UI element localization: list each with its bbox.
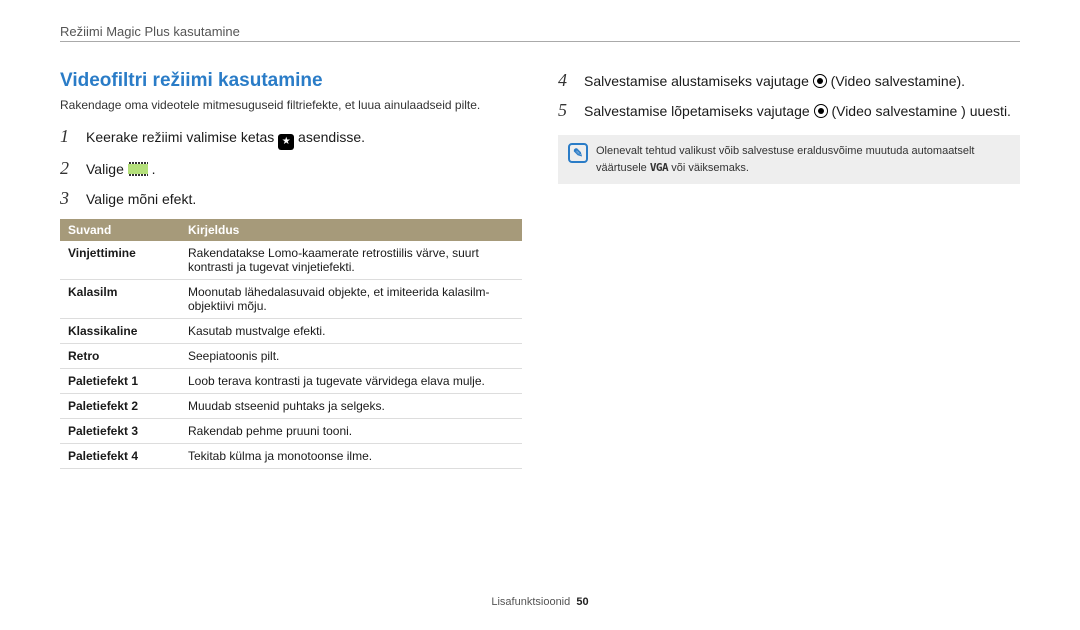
step: 3 Valige mõni efekt. — [60, 188, 522, 210]
vga-label: VGA — [650, 161, 668, 174]
record-icon — [813, 74, 827, 88]
step-text: Salvestamise alustamiseks vajutage (Vide… — [584, 72, 965, 92]
page-footer: Lisafunktsioonid 50 — [0, 596, 1080, 608]
right-column: 4 Salvestamise alustamiseks vajutage (Vid… — [558, 70, 1020, 469]
table-row: Paletiefekt 1Loob terava kontrasti ja tu… — [60, 369, 522, 394]
table-header-option: Suvand — [60, 219, 180, 241]
option-name: Klassikaline — [60, 319, 180, 344]
option-name: Vinjettimine — [60, 241, 180, 280]
table-row: Paletiefekt 4Tekitab külma ja monotoonse… — [60, 444, 522, 469]
option-name: Retro — [60, 344, 180, 369]
option-desc: Muudab stseenid puhtaks ja selgeks. — [180, 394, 522, 419]
section-intro: Rakendage oma videotele mitmesuguseid fi… — [60, 98, 522, 112]
note-text: Olenevalt tehtud valikust võib salvestus… — [596, 143, 1010, 176]
step-text: Valige . — [86, 160, 156, 180]
table-row: Paletiefekt 2Muudab stseenid puhtaks ja … — [60, 394, 522, 419]
table-row: KlassikalineKasutab mustvalge efekti. — [60, 319, 522, 344]
step: 2 Valige . — [60, 158, 522, 180]
option-name: Paletiefekt 4 — [60, 444, 180, 469]
info-icon: ✎ — [568, 143, 588, 163]
step-text: Keerake režiimi valimise ketas ★ asendis… — [86, 128, 365, 150]
table-row: KalasilmMoonutab lähedalasuvaid objekte,… — [60, 280, 522, 319]
table-row: Paletiefekt 3Rakendab pehme pruuni tooni… — [60, 419, 522, 444]
option-desc: Seepiatoonis pilt. — [180, 344, 522, 369]
step-number: 1 — [60, 126, 76, 147]
film-icon — [128, 162, 148, 176]
step-number: 5 — [558, 100, 574, 121]
option-name: Paletiefekt 3 — [60, 419, 180, 444]
option-name: Paletiefekt 2 — [60, 394, 180, 419]
option-desc: Moonutab lähedalasuvaid objekte, et imit… — [180, 280, 522, 319]
table-header-desc: Kirjeldus — [180, 219, 522, 241]
effects-table: Suvand Kirjeldus VinjettimineRakendataks… — [60, 219, 522, 469]
step-number: 4 — [558, 70, 574, 91]
table-row: RetroSeepiatoonis pilt. — [60, 344, 522, 369]
option-desc: Tekitab külma ja monotoonse ilme. — [180, 444, 522, 469]
header-rule — [60, 41, 1020, 42]
step-text: Salvestamise lõpetamiseks vajutage (Vide… — [584, 102, 1011, 122]
step-number: 3 — [60, 188, 76, 209]
record-icon — [814, 104, 828, 118]
option-desc: Rakendab pehme pruuni tooni. — [180, 419, 522, 444]
note-box: ✎ Olenevalt tehtud valikust võib salvest… — [558, 135, 1020, 184]
option-desc: Loob terava kontrasti ja tugevate värvid… — [180, 369, 522, 394]
step: 1 Keerake režiimi valimise ketas ★ asendi… — [60, 126, 522, 150]
header-title: Režiimi Magic Plus kasutamine — [60, 24, 1020, 39]
option-desc: Kasutab mustvalge efekti. — [180, 319, 522, 344]
left-column: Videofiltri režiimi kasutamine Rakendage… — [60, 70, 522, 469]
step-number: 2 — [60, 158, 76, 179]
section-title: Videofiltri režiimi kasutamine — [60, 70, 522, 92]
option-name: Kalasilm — [60, 280, 180, 319]
step: 4 Salvestamise alustamiseks vajutage (Vid… — [558, 70, 1020, 92]
step: 5 Salvestamise lõpetamiseks vajutage (Vid… — [558, 100, 1020, 122]
option-desc: Rakendatakse Lomo-kaamerate retrostiilis… — [180, 241, 522, 280]
step-text: Valige mõni efekt. — [86, 190, 196, 210]
table-row: VinjettimineRakendatakse Lomo-kaamerate … — [60, 241, 522, 280]
option-name: Paletiefekt 1 — [60, 369, 180, 394]
mode-star-icon: ★ — [278, 134, 294, 150]
